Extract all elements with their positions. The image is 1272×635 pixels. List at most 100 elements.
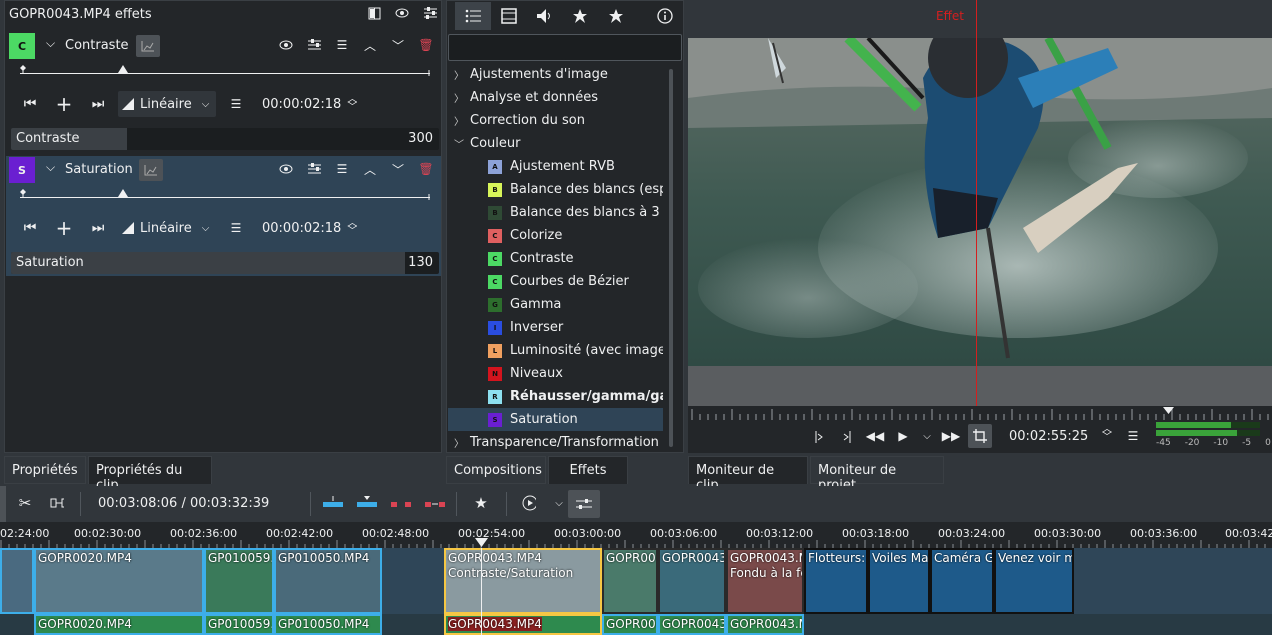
set-zone-out-icon[interactable]: [840, 430, 854, 444]
audio-clip[interactable]: GP010059.M: [204, 614, 274, 635]
video-clip[interactable]: Flotteurs: F: [804, 548, 868, 614]
move-up-icon[interactable]: ︿: [363, 162, 377, 177]
video-clip[interactable]: Caméra Gc: [930, 548, 994, 614]
param-saturation[interactable]: Saturation 130: [11, 252, 439, 274]
chevron-down-icon[interactable]: ⌵: [46, 160, 55, 175]
menu-icon[interactable]: ☰: [335, 162, 349, 176]
video-clip[interactable]: [0, 548, 34, 614]
tree-effect-item[interactable]: C Courbes de Bézier: [448, 270, 663, 293]
tree-effect-item[interactable]: N Niveaux: [448, 362, 663, 385]
chevron-down-icon[interactable]: ﹀: [448, 136, 470, 151]
tab-clip-properties[interactable]: Propriétés du clip: [88, 456, 212, 493]
spacer-tool-icon[interactable]: [50, 496, 64, 510]
video-clip[interactable]: Venez voir m: [994, 548, 1074, 614]
keyframe-timecode[interactable]: 00:00:02:18: [262, 221, 341, 236]
chevron-right-icon[interactable]: 〉: [448, 435, 470, 450]
custom-effects-icon[interactable]: [562, 2, 598, 30]
play-icon[interactable]: ▶: [896, 429, 910, 443]
video-clip[interactable]: GOPR0020.MP4: [34, 548, 204, 614]
effect-saturation[interactable]: S ⌵ Saturation ☰ ︿ ﹀ 🗑 ⏮ + ⏭ Linéaire ⌵ …: [6, 156, 441, 276]
monitor-ruler[interactable]: [688, 406, 1272, 420]
add-keyframe-icon[interactable]: +: [52, 216, 76, 240]
library-scrollbar[interactable]: [669, 69, 673, 447]
overwrite-icon[interactable]: [356, 496, 378, 510]
lift-icon[interactable]: [390, 496, 412, 510]
video-frame[interactable]: [688, 38, 1272, 366]
chevron-down-icon[interactable]: ⌵: [46, 36, 55, 51]
chevron-right-icon[interactable]: 〉: [448, 90, 470, 105]
timecode-spinner-icon[interactable]: ︿ ﹀: [347, 219, 357, 237]
keyframe-timeline[interactable]: [20, 63, 430, 77]
eye-icon[interactable]: [395, 6, 409, 20]
timecode-spinner-icon[interactable]: ︿ ﹀: [1102, 425, 1112, 443]
interpolation-select[interactable]: Linéaire ⌵: [118, 215, 216, 241]
eye-icon[interactable]: [279, 162, 293, 176]
video-clip[interactable]: GOPR004: [602, 548, 658, 614]
delete-icon[interactable]: 🗑: [418, 162, 433, 176]
interpolation-select[interactable]: Linéaire ⌵: [118, 91, 216, 117]
param-contraste[interactable]: Contraste 300: [11, 128, 439, 150]
forward-icon[interactable]: ▶▶: [942, 429, 960, 443]
tree-folder[interactable]: 〉 Transparence/Transformation: [448, 431, 663, 453]
keyframe-graph-icon[interactable]: [136, 35, 160, 57]
rewind-icon[interactable]: ◀◀: [866, 429, 884, 443]
audio-effects-icon[interactable]: [526, 2, 562, 30]
tree-effect-item[interactable]: C Contraste: [448, 247, 663, 270]
tree-effect-item[interactable]: G Gamma: [448, 293, 663, 316]
menu-icon[interactable]: ☰: [1126, 429, 1140, 443]
settings-sliders-icon[interactable]: [307, 162, 321, 176]
move-up-icon[interactable]: ︿: [363, 38, 377, 53]
timeline-settings-icon[interactable]: [568, 490, 600, 518]
tree-folder[interactable]: ﹀ Couleur: [448, 132, 663, 155]
split-compare-icon[interactable]: [367, 6, 381, 20]
record-audio-icon[interactable]: [522, 495, 536, 511]
video-clip[interactable]: GP010050.MP4: [274, 548, 382, 614]
settings-sliders-icon[interactable]: [307, 38, 321, 52]
keyframe-timecode[interactable]: 00:00:02:18: [262, 97, 341, 112]
tab-properties[interactable]: Propriétés: [4, 456, 86, 484]
tree-folder[interactable]: 〉 Correction du son: [448, 109, 663, 132]
tree-effect-item[interactable]: C Colorize: [448, 224, 663, 247]
info-icon[interactable]: [647, 2, 683, 30]
audio-clip[interactable]: GOPR0043.MP: [726, 614, 804, 635]
favorites-icon[interactable]: [598, 2, 634, 30]
video-clip[interactable]: GOPR0043.: [658, 548, 726, 614]
add-keyframe-icon[interactable]: +: [52, 92, 76, 116]
tree-effect-item[interactable]: B Balance des blancs (esp: [448, 178, 663, 201]
tab-effects[interactable]: Effets: [548, 456, 628, 484]
tree-folder[interactable]: 〉 Ajustements d'image: [448, 63, 663, 86]
video-effects-icon[interactable]: [491, 2, 527, 30]
compare-split-line[interactable]: [976, 0, 977, 420]
tree-folder[interactable]: 〉 Analyse et données: [448, 86, 663, 109]
chevron-right-icon[interactable]: 〉: [448, 113, 470, 128]
keyframe-graph-icon[interactable]: [139, 159, 163, 181]
eye-icon[interactable]: [279, 38, 293, 52]
tree-effect-item[interactable]: S Saturation: [448, 408, 663, 431]
tree-effect-item[interactable]: A Ajustement RVB: [448, 155, 663, 178]
audio-clip[interactable]: GOPR0043.: [658, 614, 726, 635]
video-clip[interactable]: Voiles Mau: [868, 548, 930, 614]
keyframe-timeline[interactable]: [20, 187, 430, 201]
tab-project-monitor[interactable]: Moniteur de projet: [810, 456, 944, 493]
timeline-ruler[interactable]: 02:24:00 00:02:30:00 00:02:36:00 00:02:42:0…: [0, 522, 1272, 548]
video-clip[interactable]: GOPR0043.MPFondu à la fer: [726, 548, 804, 614]
next-keyframe-icon[interactable]: ⏭: [86, 220, 110, 236]
audio-clip[interactable]: GP010050.MP4: [274, 614, 382, 635]
tab-compositions[interactable]: Compositions: [446, 456, 546, 484]
previous-keyframe-icon[interactable]: ⏮: [18, 220, 42, 236]
playhead-line[interactable]: [481, 548, 482, 635]
audio-clip[interactable]: GOPR0043.MP4: [444, 614, 602, 635]
tab-clip-monitor[interactable]: Moniteur de clip: [688, 456, 808, 493]
chevron-right-icon[interactable]: 〉: [448, 67, 470, 82]
play-options-chevron-icon[interactable]: ⌵: [920, 429, 934, 443]
delete-icon[interactable]: 🗑: [418, 38, 433, 52]
menu-icon[interactable]: ☰: [226, 221, 246, 235]
crop-icon[interactable]: [968, 424, 992, 448]
tree-effect-item[interactable]: R Réhausser/gamma/ga: [448, 385, 663, 408]
menu-icon[interactable]: ☰: [335, 38, 349, 52]
next-keyframe-icon[interactable]: ⏭: [86, 96, 110, 112]
previous-keyframe-icon[interactable]: ⏮: [18, 96, 42, 112]
insert-icon[interactable]: [322, 496, 344, 510]
video-clip[interactable]: GP010059.MP4: [204, 548, 274, 614]
video-clip[interactable]: GOPR0043.MP4 Contraste/Saturation: [444, 548, 602, 614]
